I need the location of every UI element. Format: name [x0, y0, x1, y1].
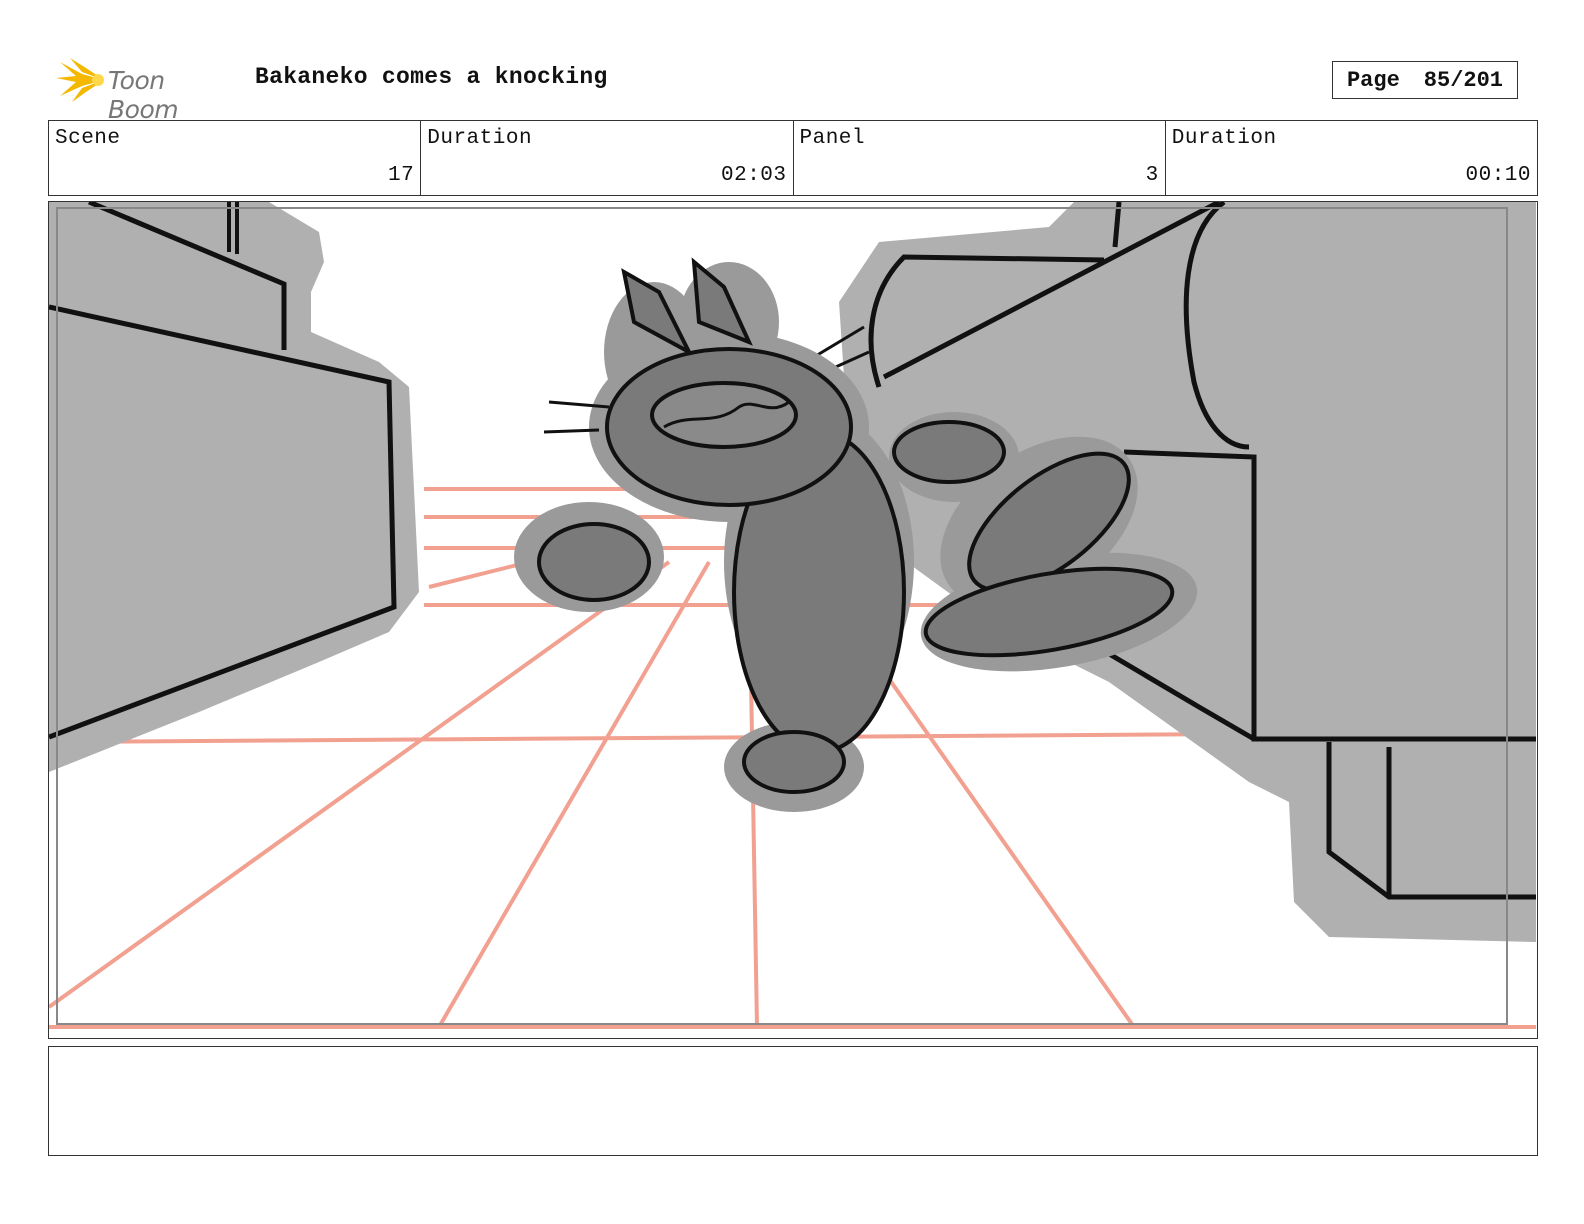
- left-cabinet: [49, 202, 419, 772]
- scene-duration-cell: Duration 02:03: [421, 121, 794, 195]
- scene-value: 17: [388, 164, 415, 187]
- panel-notes-box: [48, 1046, 1538, 1156]
- toon-boom-logo: Toon Boom: [52, 56, 242, 124]
- scene-cell: Scene 17: [49, 121, 422, 195]
- panel-duration-cell: Duration 00:10: [1166, 121, 1537, 195]
- scene-duration-label: Duration: [427, 127, 533, 150]
- panel-duration-label: Duration: [1171, 127, 1277, 150]
- storyboard-header: Toon Boom Bakaneko comes a knocking Page…: [48, 52, 1538, 124]
- panel-label: Panel: [799, 127, 866, 150]
- page-label: Page: [1346, 67, 1400, 93]
- page-indicator: Page 85/201: [1332, 61, 1518, 99]
- panel-drawing: [49, 202, 1536, 1029]
- storyboard-panel-image: [48, 201, 1538, 1039]
- page-number: 85/201: [1423, 67, 1504, 93]
- scene-duration-value: 02:03: [720, 164, 787, 187]
- panel-duration-value: 00:10: [1465, 164, 1531, 187]
- scene-label: Scene: [55, 127, 121, 150]
- logo-text: Toon Boom: [108, 66, 179, 124]
- starburst-icon: [56, 58, 104, 102]
- panel-cell: Panel 3: [794, 121, 1166, 195]
- storyboard-title: Bakaneko comes a knocking: [255, 64, 608, 90]
- scene-info-bar: Scene 17 Duration 02:03 Panel 3 Duration…: [48, 120, 1538, 196]
- panel-value: 3: [1145, 164, 1159, 187]
